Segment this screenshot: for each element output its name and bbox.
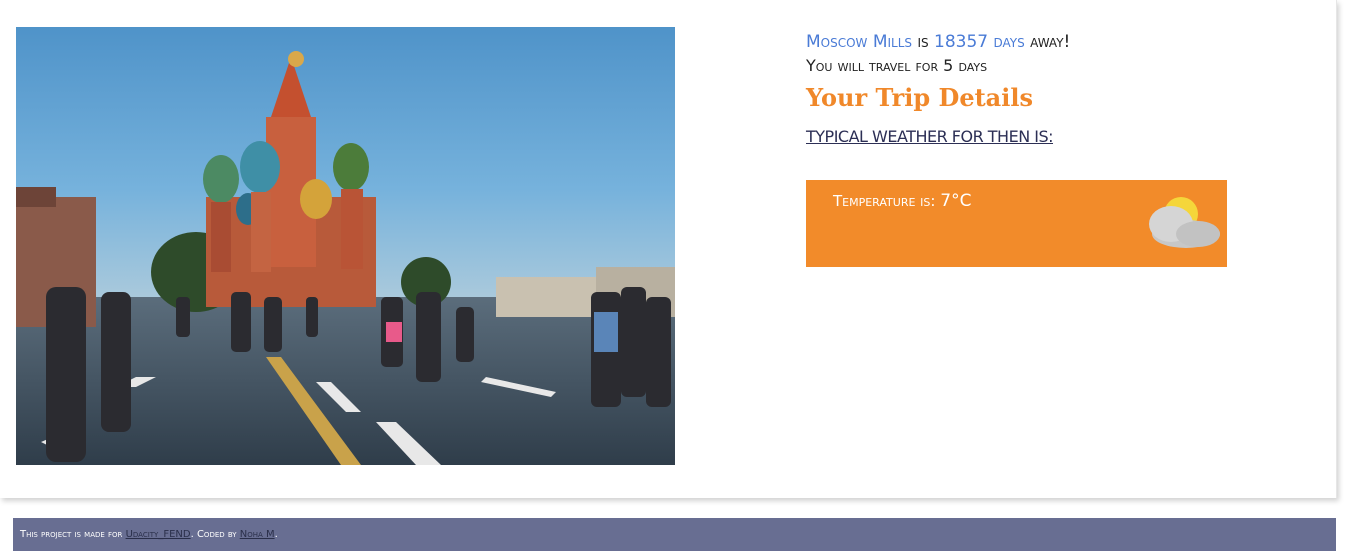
weather-heading: TYPICAL WEATHER FOR THEN IS: bbox=[806, 127, 1054, 146]
trip-info: Moscow Mills is 18357 days away! You wil… bbox=[806, 30, 1236, 148]
destination-photo bbox=[16, 27, 675, 465]
countdown-line: Moscow Mills is 18357 days away! bbox=[806, 30, 1236, 54]
footer: This project is made for Udacity_FEND. C… bbox=[13, 518, 1336, 551]
partly-cloudy-icon bbox=[1149, 197, 1220, 248]
weather-box: Temperature is: 7°C bbox=[806, 180, 1227, 267]
trip-details-title: Your Trip Details bbox=[806, 83, 1033, 112]
days-word: days bbox=[993, 32, 1025, 52]
udacity-link[interactable]: Udacity_FEND bbox=[126, 529, 191, 540]
temperature-value: 7°C bbox=[940, 191, 972, 211]
temperature-label: Temperature is: bbox=[833, 192, 936, 210]
away-text: away! bbox=[1030, 32, 1071, 52]
footer-middle: . Coded by bbox=[190, 529, 237, 540]
travel-duration: You will travel for 5 days bbox=[806, 56, 988, 75]
footer-suffix: . bbox=[274, 529, 278, 540]
footer-prefix: This project is made for bbox=[20, 529, 123, 540]
days-away-count: 18357 bbox=[934, 32, 989, 52]
temperature-text: Temperature is: 7°C bbox=[833, 191, 971, 211]
destination-name: Moscow Mills bbox=[806, 32, 913, 52]
trip-card: Moscow Mills is 18357 days away! You wil… bbox=[0, 0, 1337, 498]
is-text: is bbox=[917, 32, 929, 52]
author-link[interactable]: Noha M bbox=[240, 529, 275, 540]
